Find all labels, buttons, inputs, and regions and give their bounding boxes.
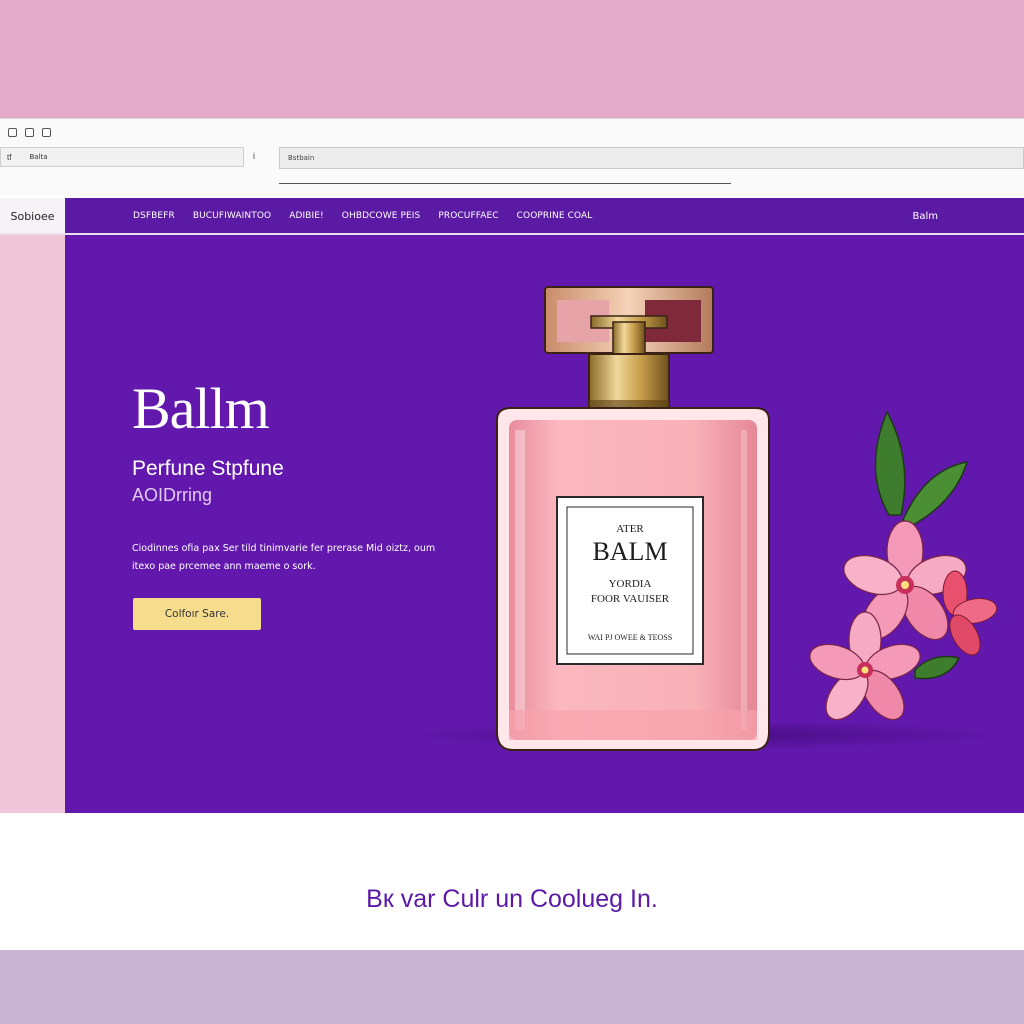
- perfume-bottle: ATER BALM YORDIA FOOR VAUISER WAI PJ OWE…: [496, 286, 770, 751]
- footer-section: Bк var Culr un Coolueg In.: [0, 813, 1024, 950]
- window-controls: [8, 128, 51, 137]
- hero-logo: Ballm: [132, 376, 270, 441]
- search-input[interactable]: Bstbain: [288, 154, 314, 162]
- nav-link-2[interactable]: BUCUFIWAINTOO: [193, 211, 271, 221]
- site-icon: tf: [7, 152, 12, 162]
- nav-link-5[interactable]: PROCUFFAEC: [438, 211, 498, 221]
- hero-section: Ballm Perfune Stpfune AOIDrring Ciodinne…: [65, 235, 1024, 813]
- maximize-window-icon[interactable]: [42, 128, 51, 137]
- site-brand-label: Sobioee: [10, 209, 55, 223]
- address-text[interactable]: Balta: [29, 153, 47, 161]
- browser-chrome: tf Balta i Bstbain: [0, 118, 1024, 200]
- cta-button[interactable]: Colfoır Sare.: [133, 598, 261, 630]
- nav-link-1[interactable]: DSFBEFR: [133, 211, 175, 221]
- bottle-label-line1: ATER: [616, 523, 644, 535]
- nav-links: DSFBEFR BUCUFIWAINTOO ADIBIE! OHBDCOWE P…: [133, 198, 610, 234]
- bottle-label-line5: WAI PJ OWEE & TEOSS: [588, 633, 672, 642]
- nav-link-6[interactable]: COOPRINE COAL: [517, 211, 593, 221]
- footer-tagline: Bк var Culr un Coolueg In.: [366, 885, 658, 913]
- site-navigation: Sobioee DSFBEFR BUCUFIWAINTOO ADIBIE! OH…: [0, 198, 1024, 234]
- nav-link-3[interactable]: ADIBIE!: [289, 211, 324, 221]
- side-strip: [0, 235, 66, 813]
- bottom-background-band: [0, 950, 1024, 1024]
- perfume-illustration: ATER BALM YORDIA FOOR VAUISER WAI PJ OWE…: [496, 286, 998, 751]
- search-underline: [279, 183, 731, 184]
- hero-tagline: AOIDrring: [132, 485, 213, 505]
- hero-subtitle: Perfune Stpfune: [132, 457, 284, 480]
- nav-brand-link[interactable]: Balm: [912, 198, 938, 234]
- close-window-icon[interactable]: [8, 128, 17, 137]
- top-background-band: [0, 0, 1024, 118]
- address-separator: i: [253, 151, 255, 161]
- bottle-label-line4: FOOR VAUISER: [591, 593, 670, 605]
- flower-illustration: [809, 410, 998, 721]
- search-bar[interactable]: Bstbain: [279, 147, 1024, 169]
- hero-description: Ciodinnes ofia pax Ser tild tinimvarie f…: [132, 543, 436, 572]
- address-bar[interactable]: tf Balta: [0, 147, 244, 167]
- bottle-label-line2: BALM: [592, 537, 667, 566]
- nav-link-4[interactable]: OHBDCOWE PEIS: [342, 211, 421, 221]
- bottle-label-line3: YORDIA: [609, 578, 652, 590]
- site-brand[interactable]: Sobioee: [0, 198, 65, 234]
- minimize-window-icon[interactable]: [25, 128, 34, 137]
